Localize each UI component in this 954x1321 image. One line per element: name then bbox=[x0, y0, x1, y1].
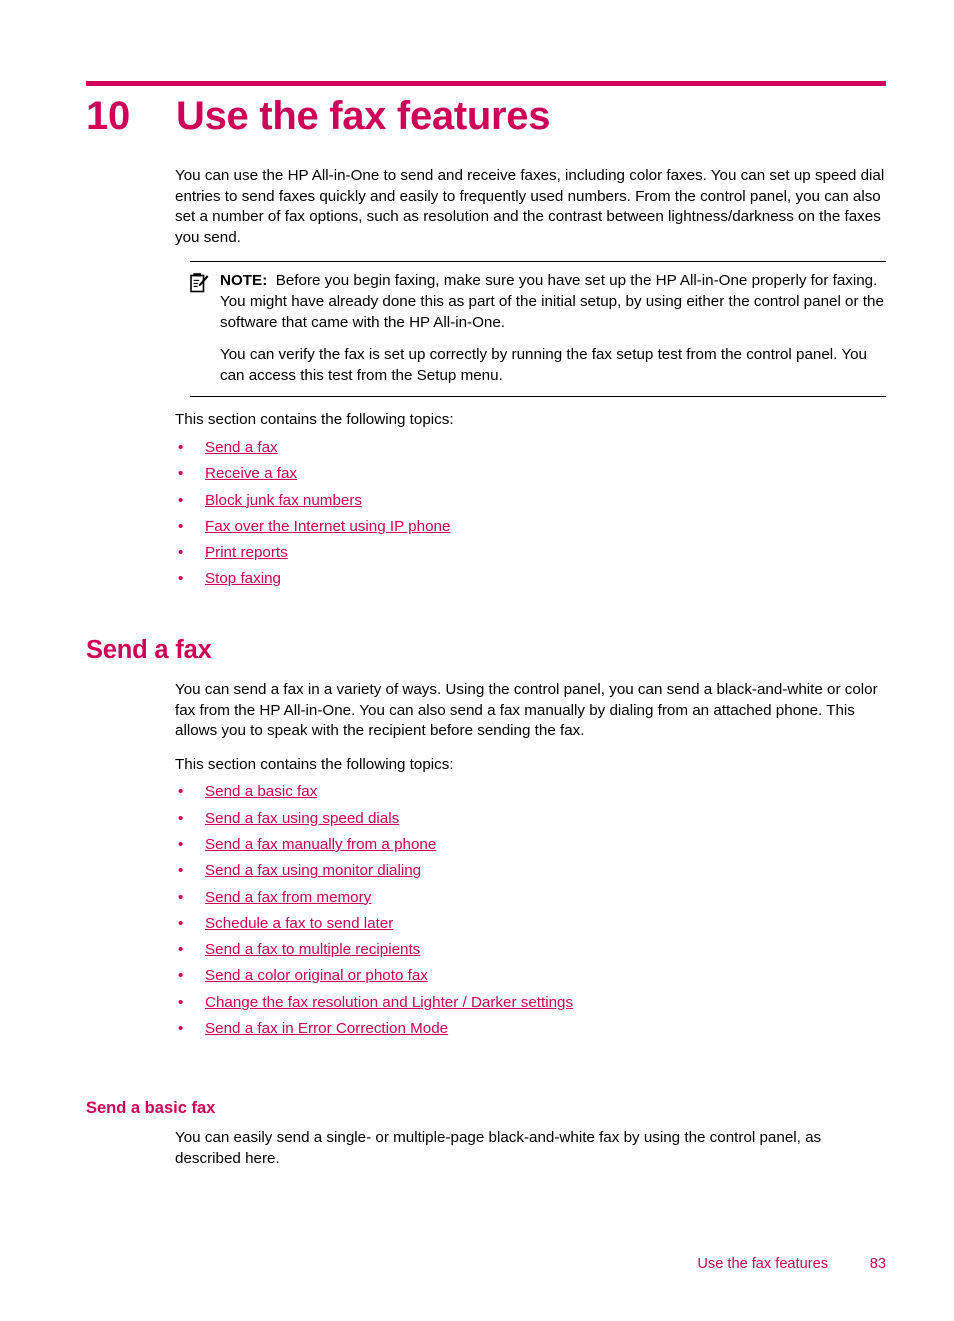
topic-link[interactable]: Send a fax from memory bbox=[205, 889, 371, 906]
body-column: You can use the HP All-in-One to send an… bbox=[175, 166, 886, 593]
list-item[interactable]: • Send a basic fax bbox=[175, 779, 886, 805]
list-item[interactable]: • Send a fax from memory bbox=[175, 885, 886, 911]
topic-link[interactable]: Receive a fax bbox=[205, 465, 297, 482]
list-item[interactable]: • Fax over the Internet using IP phone bbox=[175, 514, 886, 540]
topic-link[interactable]: Stop faxing bbox=[205, 570, 281, 587]
list-item[interactable]: • Schedule a fax to send later bbox=[175, 911, 886, 937]
footer-page-number: 83 bbox=[869, 1256, 886, 1272]
bullet-icon: • bbox=[178, 491, 184, 509]
list-item[interactable]: • Send a fax using speed dials bbox=[175, 806, 886, 832]
send-a-fax-topics-list: • Send a basic fax • Send a fax using sp… bbox=[175, 779, 886, 1042]
topic-link[interactable]: Send a color original or photo fax bbox=[205, 967, 428, 984]
bullet-icon: • bbox=[178, 941, 184, 959]
note-label: NOTE: bbox=[220, 272, 268, 290]
bullet-icon: • bbox=[178, 914, 184, 932]
topic-link[interactable]: Fax over the Internet using IP phone bbox=[205, 518, 450, 535]
topic-link[interactable]: Print reports bbox=[205, 544, 288, 561]
topic-link[interactable]: Send a basic fax bbox=[205, 783, 317, 800]
bullet-icon: • bbox=[178, 544, 184, 562]
list-item[interactable]: • Send a fax using monitor dialing bbox=[175, 858, 886, 884]
bullet-icon: • bbox=[178, 783, 184, 801]
chapter-topics-intro: This section contains the following topi… bbox=[175, 411, 454, 429]
bullet-icon: • bbox=[178, 1020, 184, 1038]
chapter-title: 10 Use the fax features bbox=[86, 92, 886, 140]
note-body-text: Before you begin faxing, make sure you h… bbox=[220, 272, 884, 331]
chapter-heading-text: Use the fax features bbox=[176, 94, 551, 138]
bullet-icon: • bbox=[178, 888, 184, 906]
topic-link[interactable]: Send a fax in Error Correction Mode bbox=[205, 1020, 448, 1037]
page-footer: Use the fax features 83 bbox=[86, 1255, 886, 1273]
topic-link[interactable]: Change the fax resolution and Lighter / … bbox=[205, 994, 573, 1011]
note-block: NOTE: Before you begin faxing, make sure … bbox=[190, 261, 886, 398]
note-row: NOTE: Before you begin faxing, make sure … bbox=[190, 271, 886, 333]
list-item[interactable]: • Change the fax resolution and Lighter … bbox=[175, 990, 886, 1016]
bullet-icon: • bbox=[178, 809, 184, 827]
send-a-fax-body: You can send a fax in a variety of ways.… bbox=[175, 680, 886, 1042]
topic-link[interactable]: Schedule a fax to send later bbox=[205, 915, 393, 932]
note-clipboard-pencil-icon bbox=[190, 271, 220, 293]
list-item[interactable]: • Send a fax manually from a phone bbox=[175, 832, 886, 858]
list-item[interactable]: • Print reports bbox=[175, 540, 886, 566]
bullet-icon: • bbox=[178, 517, 184, 535]
list-item[interactable]: • Send a fax bbox=[175, 435, 886, 461]
send-a-fax-paragraph: You can send a fax in a variety of ways.… bbox=[175, 681, 878, 740]
section-heading-send-a-fax: Send a fax bbox=[86, 636, 212, 664]
chapter-number: 10 bbox=[86, 94, 130, 138]
bullet-icon: • bbox=[178, 967, 184, 985]
send-a-basic-fax-body: You can easily send a single- or multipl… bbox=[175, 1128, 886, 1182]
send-a-basic-fax-paragraph: You can easily send a single- or multipl… bbox=[175, 1129, 822, 1167]
bullet-icon: • bbox=[178, 993, 184, 1011]
topic-link[interactable]: Send a fax using monitor dialing bbox=[205, 862, 421, 879]
topic-link[interactable]: Send a fax bbox=[205, 439, 278, 456]
topic-link[interactable]: Block junk fax numbers bbox=[205, 492, 362, 509]
list-item[interactable]: • Send a color original or photo fax bbox=[175, 963, 886, 989]
bullet-icon: • bbox=[178, 835, 184, 853]
note-text: NOTE: Before you begin faxing, make sure … bbox=[220, 271, 886, 333]
list-item[interactable]: • Send a fax in Error Correction Mode bbox=[175, 1016, 886, 1042]
footer-title: Use the fax features bbox=[697, 1256, 828, 1272]
chapter-topics-list: • Send a fax • Receive a fax • Block jun… bbox=[175, 435, 886, 593]
bullet-icon: • bbox=[178, 438, 184, 456]
list-item[interactable]: • Block junk fax numbers bbox=[175, 488, 886, 514]
note-second-paragraph: You can verify the fax is set up correct… bbox=[220, 346, 867, 384]
intro-paragraph: You can use the HP All-in-One to send an… bbox=[175, 167, 885, 246]
topic-link[interactable]: Send a fax manually from a phone bbox=[205, 836, 436, 853]
topic-link[interactable]: Send a fax using speed dials bbox=[205, 810, 399, 827]
subsection-heading-send-a-basic-fax: Send a basic fax bbox=[86, 1099, 216, 1117]
bullet-icon: • bbox=[178, 862, 184, 880]
bullet-icon: • bbox=[178, 465, 184, 483]
topic-link[interactable]: Send a fax to multiple recipients bbox=[205, 941, 420, 958]
document-page: 10 Use the fax features You can use the … bbox=[0, 0, 954, 1321]
bullet-icon: • bbox=[178, 570, 184, 588]
send-a-fax-topics-intro: This section contains the following topi… bbox=[175, 755, 454, 773]
list-item[interactable]: • Stop faxing bbox=[175, 566, 886, 592]
list-item[interactable]: • Send a fax to multiple recipients bbox=[175, 937, 886, 963]
list-item[interactable]: • Receive a fax bbox=[175, 461, 886, 487]
chapter-rule bbox=[86, 81, 886, 86]
